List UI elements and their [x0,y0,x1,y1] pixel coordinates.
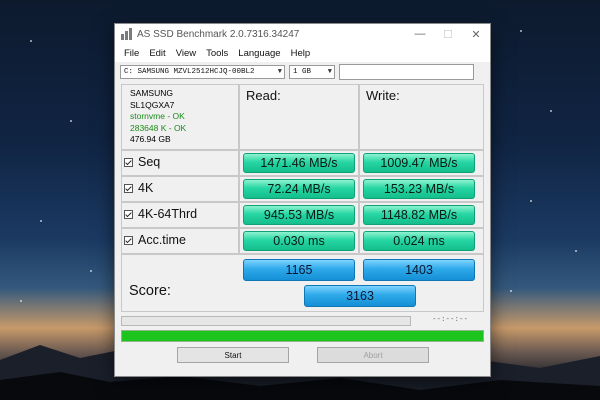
window-title: AS SSD Benchmark 2.0.7316.34247 [137,28,300,40]
4k-read-result: 72.24 MB/s [243,179,355,199]
app-window: AS SSD Benchmark 2.0.7316.34247 — ☐ ✕ Fi… [114,23,491,377]
drive-select-value: C: SAMSUNG MZVL2512HCJQ-00BL2 [124,68,255,76]
read-header: Read: [246,88,281,103]
4k64-read-result: 945.53 MB/s [243,205,355,225]
total-progress-fill [122,331,483,341]
4k-write-result: 153.23 MB/s [363,179,475,199]
checkbox-checked-icon[interactable] [124,209,133,219]
minimize-icon[interactable]: — [406,24,434,44]
write-score: 1403 [363,259,475,281]
acc-toggle[interactable]: Acc.time [124,233,186,247]
4k-label: 4K [138,181,154,195]
menu-tools[interactable]: Tools [201,48,233,59]
chevron-down-icon: ▼ [277,68,282,76]
seq-write-result: 1009.47 MB/s [363,153,475,173]
drive-select[interactable]: C: SAMSUNG MZVL2512HCJQ-00BL2 ▼ [120,65,285,79]
abort-button: Abort [317,347,429,363]
seq-label: Seq [138,155,161,169]
drive-info-panel: SAMSUNG SL1QGXA7 stornvme - OK 283648 K … [121,84,239,150]
menu-language[interactable]: Language [233,48,285,59]
maximize-icon: ☐ [443,28,453,41]
chevron-down-icon: ▼ [327,68,332,76]
seq-read-result: 1471.46 MB/s [243,153,355,173]
total-progress-bar [121,330,484,342]
size-select[interactable]: 1 GB ▼ [289,65,335,79]
read-score: 1165 [243,259,355,281]
read-header-cell: Read: [239,84,359,150]
results-grid: SAMSUNG SL1QGXA7 stornvme - OK 283648 K … [121,84,484,312]
acc-write-result: 0.024 ms [363,231,475,251]
driver-status: stornvme - OK [130,111,185,121]
acc-label: Acc.time [138,233,186,247]
drive-toolbar: C: SAMSUNG MZVL2512HCJQ-00BL2 ▼ 1 GB ▼ [115,62,490,82]
write-header-cell: Write: [359,84,484,150]
elapsed-time: --:--:-- [431,316,468,324]
drive-capacity: 476.94 GB [130,134,171,144]
close-icon[interactable]: ✕ [462,24,490,44]
menu-help[interactable]: Help [286,48,316,59]
app-icon [121,28,133,40]
menu-bar: File Edit View Tools Language Help [115,44,490,62]
4k64-toggle[interactable]: 4K-64Thrd [124,207,197,221]
acc-read-result: 0.030 ms [243,231,355,251]
checkbox-checked-icon[interactable] [124,235,133,245]
alignment-status: 283648 K - OK [130,122,187,133]
score-label: Score: [129,283,171,299]
checkbox-checked-icon[interactable] [124,157,133,167]
size-select-value: 1 GB [293,68,312,76]
title-bar[interactable]: AS SSD Benchmark 2.0.7316.34247 — ☐ ✕ [115,24,490,44]
4k64-write-result: 1148.82 MB/s [363,205,475,225]
checkbox-checked-icon[interactable] [124,183,133,193]
write-header: Write: [366,88,400,103]
drive-model: SL1QGXA7 [130,99,175,110]
4k64-label: 4K-64Thrd [138,207,198,221]
info-text-field[interactable] [339,64,474,80]
total-score: 3163 [304,285,416,307]
4k-toggle[interactable]: 4K [124,181,153,195]
menu-file[interactable]: File [119,48,144,59]
menu-edit[interactable]: Edit [144,48,170,59]
test-progress-bar [121,316,411,326]
menu-view[interactable]: View [171,48,201,59]
drive-vendor: SAMSUNG [130,88,173,98]
start-button[interactable]: Start [177,347,289,363]
seq-toggle[interactable]: Seq [124,155,160,169]
